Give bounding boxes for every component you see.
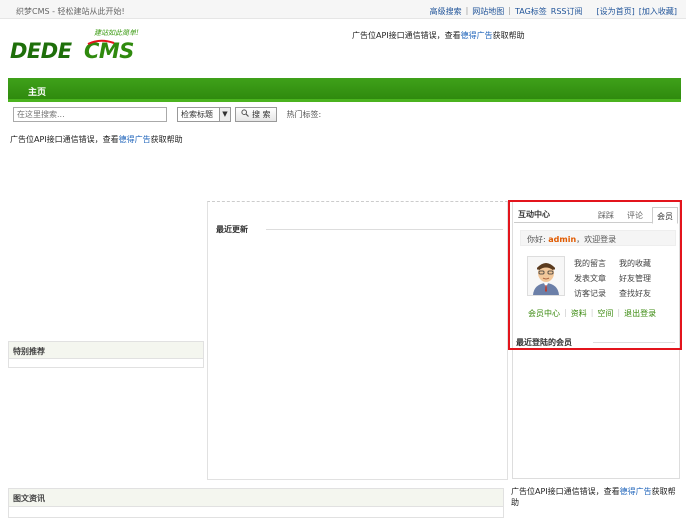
header-ad-notice: 广告位API接口通信错误，查看德得广告获取帮助 (352, 31, 525, 40)
ad-help-link[interactable]: 德得广告 (119, 135, 151, 144)
top-links: 高级搜索 | 网站地图 | TAG标签 RSS订阅 [设为首页] [加入收藏] (429, 6, 677, 17)
chevron-down-icon: ▼ (219, 107, 230, 121)
search-bar: 检索标题 ▼ 搜 索 热门标签: (13, 106, 321, 122)
my-favorites-link[interactable]: 我的收藏 (619, 258, 664, 269)
my-messages-link[interactable]: 我的留言 (574, 258, 619, 269)
rss-link[interactable]: RSS订阅 (551, 6, 583, 17)
search-type-select[interactable]: 检索标题 ▼ (177, 106, 231, 122)
recent-members-title: 最近登陆的会员 (516, 337, 576, 348)
search-input[interactable] (13, 106, 167, 122)
svg-text:DEDE: DEDE (10, 39, 73, 63)
tab-member[interactable]: 会员 (652, 207, 678, 224)
main-nav: 主页 (8, 78, 681, 102)
recommend-panel: 特别推荐 (8, 341, 204, 368)
advanced-search-link[interactable]: 高级搜索 (430, 6, 462, 17)
picture-news-title: 图文资讯 (9, 489, 503, 507)
recommend-title: 特别推荐 (9, 342, 203, 359)
post-article-link[interactable]: 发表文章 (574, 273, 619, 284)
space-link[interactable]: 空间 (597, 308, 613, 319)
latest-updates-panel: 最近更新 (207, 201, 508, 480)
set-homepage-link[interactable]: [设为首页] (597, 6, 635, 17)
welcome-message: 你好: admin，欢迎登录 (520, 230, 676, 246)
search-button[interactable]: 搜 索 (235, 106, 277, 122)
visitor-log-link[interactable]: 访客记录 (574, 288, 619, 299)
right-ad-notice: 广告位API接口通信错误，查看德得广告获取帮助 (511, 487, 676, 507)
tab-digs[interactable]: 踩踩 (598, 210, 614, 221)
top-bar: 织梦CMS - 轻松建站从此开始! 高级搜索 | 网站地图 | TAG标签 RS… (0, 0, 686, 19)
search-icon (241, 109, 249, 119)
hot-tags-label: 热门标签: (286, 109, 322, 119)
add-favorite-link[interactable]: [加入收藏] (639, 6, 677, 17)
ad-help-link[interactable]: 德得广告 (461, 31, 493, 40)
member-center-box: 互动中心 踩踩 评论 会员 你好: admin，欢迎登录 我的留言 我的收藏 发… (508, 200, 682, 350)
avatar[interactable] (527, 256, 565, 296)
svg-text:建站如此简单!: 建站如此简单! (94, 29, 139, 37)
tab-comments[interactable]: 评论 (627, 210, 643, 221)
username[interactable]: admin (548, 235, 576, 244)
friend-manage-link[interactable]: 好友管理 (619, 273, 664, 284)
logout-link[interactable]: 退出登录 (624, 308, 656, 319)
find-friends-link[interactable]: 查找好友 (619, 288, 664, 299)
profile-link[interactable]: 资料 (571, 308, 587, 319)
member-center-link[interactable]: 会员中心 (528, 308, 560, 319)
member-quick-links: 我的留言 我的收藏 发表文章 好友管理 访客记录 查找好友 (574, 258, 664, 299)
main-ad-notice: 广告位API接口通信错误，查看德得广告获取帮助 (10, 135, 183, 144)
nav-home[interactable]: 主页 (28, 85, 46, 98)
member-tabs: 互动中心 踩踩 评论 会员 (514, 205, 678, 224)
sitemap-link[interactable]: 网站地图 (472, 6, 504, 17)
welcome-text: 织梦CMS - 轻松建站从此开始! (16, 7, 125, 16)
ad-help-link[interactable]: 德得广告 (620, 487, 652, 496)
picture-news-panel: 图文资讯 (8, 488, 504, 518)
latest-updates-title: 最近更新 (216, 224, 252, 235)
site-logo[interactable]: 建站如此简单! DEDE CMS (10, 26, 158, 64)
member-center-links: 会员中心 | 资料 | 空间 | 退出登录 (528, 308, 657, 319)
member-center-title: 互动中心 (518, 210, 550, 219)
tag-link[interactable]: TAG标签 (515, 6, 547, 17)
